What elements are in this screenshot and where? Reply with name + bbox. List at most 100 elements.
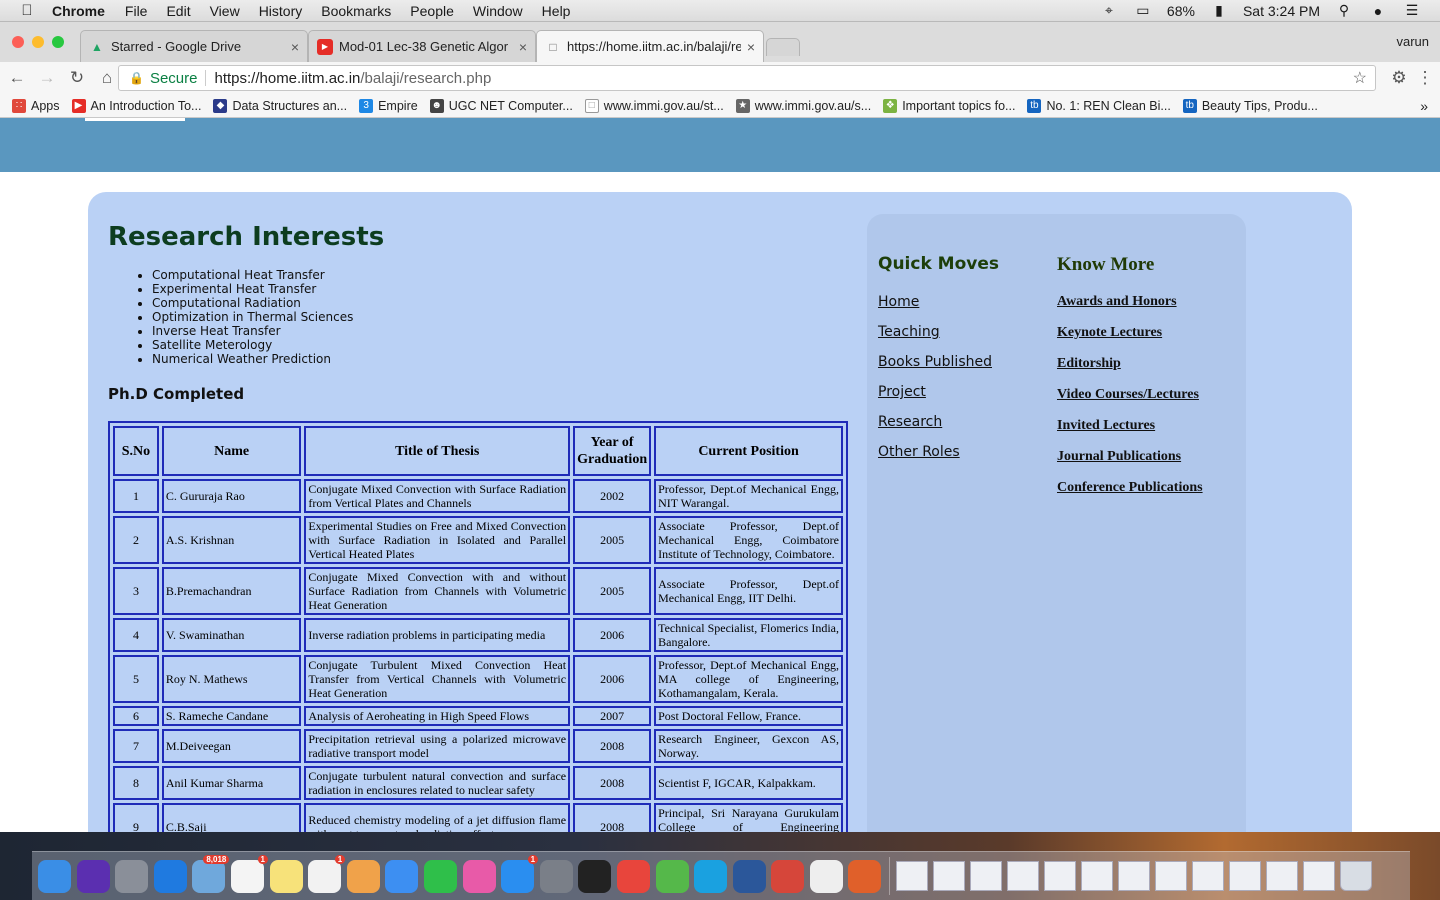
tab-research-page[interactable]: □ https://home.iitm.ac.in/balaji/re × <box>536 30 764 62</box>
tab-youtube[interactable]: ▶ Mod-01 Lec-38 Genetic Algor × <box>308 30 536 62</box>
menu-bookmarks[interactable]: Bookmarks <box>321 3 391 19</box>
link-invited-lectures[interactable]: Invited Lectures <box>1057 418 1203 449</box>
safari-icon[interactable] <box>153 859 187 893</box>
menu-help[interactable]: Help <box>542 3 571 19</box>
nav-link-research[interactable]: Research <box>878 414 992 444</box>
back-icon[interactable]: ← <box>4 65 30 91</box>
siri-icon[interactable] <box>76 859 110 893</box>
close-window-button[interactable] <box>12 36 24 48</box>
airplay-icon[interactable]: ▭ <box>1133 2 1153 19</box>
bookmark-item[interactable]: □ www.immi.gov.au/st... <box>584 98 724 113</box>
skype-icon[interactable] <box>694 859 728 893</box>
dock-document-icon[interactable] <box>970 861 1003 891</box>
bookmark-item[interactable]: ▶ An Introduction To... <box>71 98 201 113</box>
terminal-icon[interactable] <box>578 859 612 893</box>
launchpad-icon[interactable] <box>115 859 149 893</box>
tab-google-drive[interactable]: ▲ Starred - Google Drive × <box>80 30 308 62</box>
home-icon[interactable]: ⌂ <box>94 65 120 91</box>
popcorn-icon[interactable] <box>771 859 805 893</box>
nav-link-books-published[interactable]: Books Published <box>878 354 992 384</box>
clock[interactable]: Sat 3:24 PM <box>1243 3 1320 19</box>
close-tab-icon[interactable]: × <box>747 39 755 55</box>
dock-document-icon[interactable] <box>1007 861 1040 891</box>
dock-document-icon[interactable] <box>1229 861 1262 891</box>
bookmark-item[interactable]: ❖ Important topics fo... <box>883 98 1015 113</box>
finder-icon[interactable] <box>38 859 71 893</box>
dock-document-icon[interactable] <box>1266 861 1299 891</box>
bookmark-item[interactable]: ★ www.immi.gov.au/s... <box>735 98 871 113</box>
textedit-icon[interactable] <box>809 859 843 893</box>
mail-icon[interactable]: 8,018 <box>192 854 230 893</box>
calendar-icon[interactable]: 1 <box>230 854 268 893</box>
trash-icon[interactable] <box>1340 861 1373 891</box>
bookmark-item[interactable]: 3 Empire <box>359 98 418 113</box>
bookmark-item[interactable]: ◆ Data Structures an... <box>213 98 347 113</box>
link-awards-and-honors[interactable]: Awards and Honors <box>1057 294 1203 325</box>
nav-link-project[interactable]: Project <box>878 384 992 414</box>
reload-icon[interactable]: ↻ <box>64 65 90 91</box>
menu-app-name[interactable]: Chrome <box>52 3 105 19</box>
reminders-icon[interactable]: 1 <box>308 854 346 893</box>
spotlight-search-icon[interactable]: ⚲ <box>1334 2 1354 19</box>
minimize-window-button[interactable] <box>32 36 44 48</box>
dock-document-icon[interactable] <box>1192 861 1225 891</box>
bookmark-star-icon[interactable]: ☆ <box>1353 68 1367 88</box>
dock-document-icon[interactable] <box>1155 861 1188 891</box>
link-video-courses[interactable]: Video Courses/Lectures <box>1057 387 1203 418</box>
extension-icon[interactable]: ⚙ <box>1386 65 1412 91</box>
secure-label[interactable]: Secure <box>150 70 198 87</box>
photos-icon[interactable] <box>346 859 380 893</box>
app-store-icon[interactable]: 1 <box>501 854 539 893</box>
messages-icon[interactable] <box>385 859 419 893</box>
menu-file[interactable]: File <box>125 3 148 19</box>
name-cell: V. Swaminathan <box>161 618 302 652</box>
notes-icon[interactable] <box>269 859 303 893</box>
bookmark-item[interactable]: ☻ UGC NET Computer... <box>429 98 573 113</box>
menu-history[interactable]: History <box>259 3 303 19</box>
bookmark-apps[interactable]: ∷ Apps <box>12 98 60 113</box>
dock-document-icon[interactable] <box>1081 861 1114 891</box>
lock-icon[interactable]: 🔒 <box>129 71 144 85</box>
dock-document-icon[interactable] <box>1303 861 1336 891</box>
dock-document-icon[interactable] <box>1118 861 1151 891</box>
battery-icon[interactable]: ▮ <box>1209 2 1229 19</box>
utorrent-icon[interactable] <box>655 859 689 893</box>
wifi-icon[interactable]: ⌖ <box>1099 2 1119 19</box>
menu-window[interactable]: Window <box>473 3 523 19</box>
matlab-icon[interactable] <box>848 859 882 893</box>
itunes-icon[interactable] <box>462 859 496 893</box>
close-tab-icon[interactable]: × <box>519 39 527 55</box>
zoom-window-button[interactable] <box>52 36 64 48</box>
bookmark-item[interactable]: tb No. 1: REN Clean Bi... <box>1027 98 1171 113</box>
link-keynote-lectures[interactable]: Keynote Lectures <box>1057 325 1203 356</box>
apple-icon[interactable]:  <box>18 2 36 19</box>
word-icon[interactable] <box>732 859 766 893</box>
siri-menu-icon[interactable]: ● <box>1368 3 1388 19</box>
battery-percent[interactable]: 68% <box>1167 3 1195 19</box>
system-preferences-icon[interactable] <box>539 859 573 893</box>
close-tab-icon[interactable]: × <box>291 39 299 55</box>
menu-edit[interactable]: Edit <box>166 3 190 19</box>
facetime-icon[interactable] <box>423 859 457 893</box>
dock-document-icon[interactable] <box>1044 861 1077 891</box>
more-bookmarks-icon[interactable]: » <box>1420 98 1428 114</box>
dock-document-icon[interactable] <box>933 861 966 891</box>
link-conference-publications[interactable]: Conference Publications <box>1057 480 1203 511</box>
notification-center-icon[interactable]: ☰ <box>1402 2 1422 19</box>
dock-document-icon[interactable] <box>896 861 929 891</box>
forward-icon[interactable]: → <box>34 65 60 91</box>
menu-people[interactable]: People <box>410 3 454 19</box>
nav-link-other-roles[interactable]: Other Roles <box>878 444 992 474</box>
new-tab-button[interactable] <box>766 38 800 56</box>
nav-link-teaching[interactable]: Teaching <box>878 324 992 354</box>
profile-name[interactable]: varun <box>1396 34 1429 49</box>
link-journal-publications[interactable]: Journal Publications <box>1057 449 1203 480</box>
address-bar[interactable]: 🔒 Secure https://home.iitm.ac.in/balaji/… <box>118 65 1376 91</box>
url-text[interactable]: https://home.iitm.ac.in/balaji/research.… <box>214 70 491 87</box>
chrome-icon[interactable] <box>616 859 650 893</box>
bookmark-item[interactable]: tb Beauty Tips, Produ... <box>1182 98 1318 113</box>
chrome-menu-icon[interactable]: ⋮ <box>1412 65 1438 91</box>
menu-view[interactable]: View <box>210 3 240 19</box>
nav-link-home[interactable]: Home <box>878 294 992 324</box>
link-editorship[interactable]: Editorship <box>1057 356 1203 387</box>
